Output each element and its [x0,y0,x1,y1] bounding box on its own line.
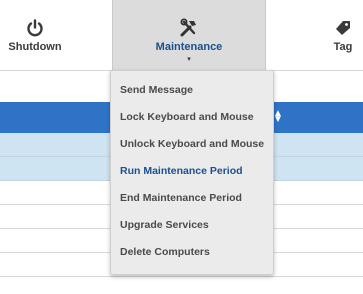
tag-button[interactable]: Tag [318,0,363,70]
shutdown-button[interactable]: Shutdown [0,0,70,70]
chevron-down-icon: ▾ [187,56,191,63]
tag-icon [335,18,351,38]
menu-item-send-message[interactable]: Send Message [111,77,273,104]
menu-item-run-maintenance-period[interactable]: Run Maintenance Period [111,158,273,185]
menu-item-end-maintenance-period[interactable]: End Maintenance Period [111,185,273,212]
maintenance-label: Maintenance [155,41,223,53]
sort-icon[interactable]: ▲ ▼ [273,109,283,125]
menu-item-unlock-keyboard-mouse[interactable]: Unlock Keyboard and Mouse [111,131,273,158]
toolbar: Shutdown Maintenance ▾ Tag [0,0,363,71]
tools-icon [179,18,199,38]
tag-label: Tag [333,41,353,53]
shutdown-label: Shutdown [8,41,62,53]
maintenance-dropdown-menu: Send Message Lock Keyboard and Mouse Unl… [110,70,274,275]
menu-item-upgrade-services[interactable]: Upgrade Services [111,212,273,239]
menu-item-delete-computers[interactable]: Delete Computers [111,239,273,266]
maintenance-button[interactable]: Maintenance ▾ [112,0,266,70]
menu-item-lock-keyboard-mouse[interactable]: Lock Keyboard and Mouse [111,104,273,131]
power-icon [26,18,44,38]
